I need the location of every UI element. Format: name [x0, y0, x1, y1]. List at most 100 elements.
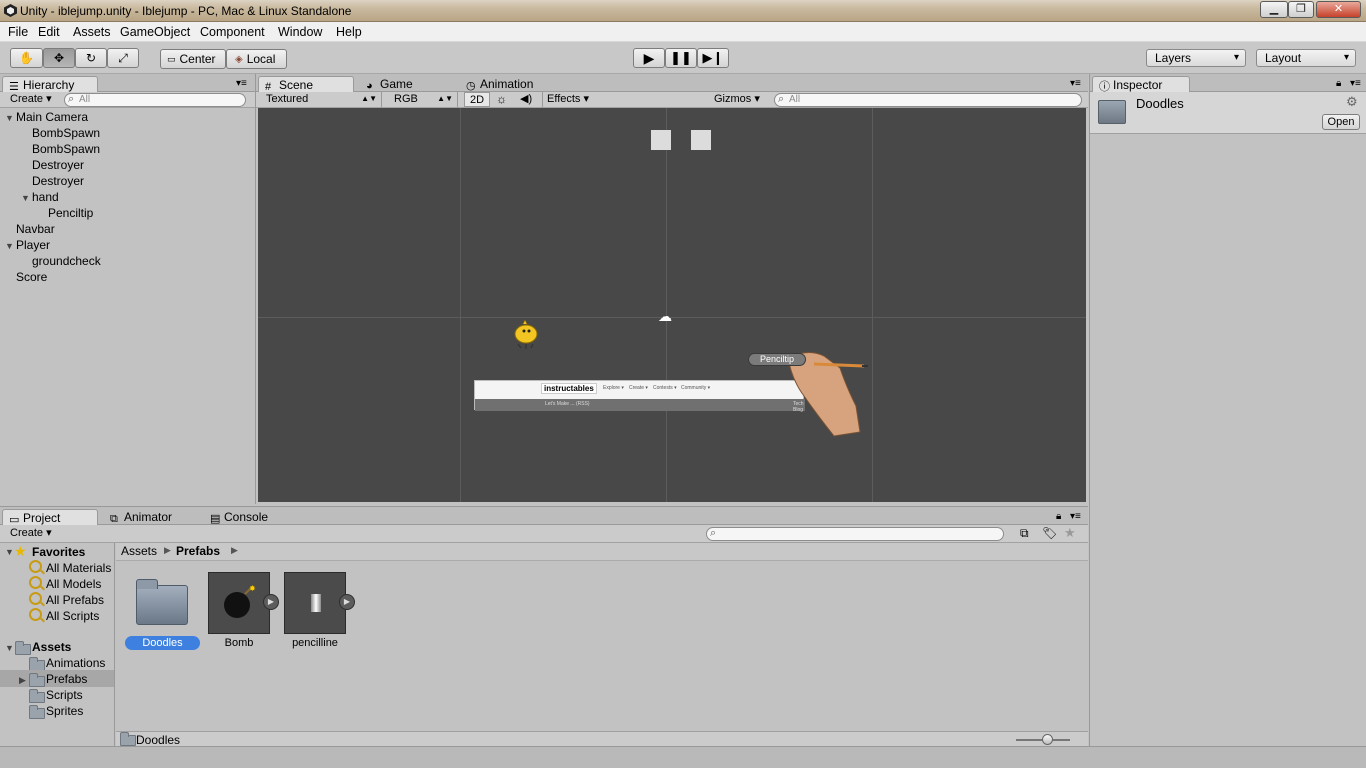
project-toolbar: Create ▾ ⧉ 🏷︎ ★	[0, 525, 1088, 543]
panel-menu-icon[interactable]: ▾≡	[1070, 78, 1081, 89]
audio-toggle-icon[interactable]: ◀)	[520, 92, 532, 105]
asset-item-bomb[interactable]: ✸	[208, 572, 270, 634]
create-label: Create	[10, 93, 44, 105]
favorites-header[interactable]: Favorites	[32, 545, 85, 559]
window-title: Unity - iblejump.unity - Iblejump - PC, …	[20, 4, 352, 18]
folder-prefabs[interactable]: Prefabs	[46, 672, 87, 686]
expand-triangle-icon[interactable]: ▼	[5, 547, 14, 557]
lighting-toggle-icon[interactable]: ☼	[496, 92, 507, 106]
icon-size-slider-thumb[interactable]	[1042, 734, 1053, 745]
expand-prefab-button[interactable]: ▶	[263, 594, 279, 610]
project-search-input[interactable]	[706, 527, 1004, 541]
scene-toolbar: Textured ▲▼ RGB ▲▼ 2D ☼ ◀) Effects ▾ Gizmo…	[256, 92, 1088, 108]
hierarchy-item-navbar[interactable]: Navbar	[16, 222, 55, 236]
gear-icon[interactable]: ⚙	[1346, 94, 1358, 110]
bombspawn-sprite[interactable]	[691, 130, 711, 150]
panel-menu-icon[interactable]: ▾≡	[236, 78, 247, 89]
2d-mode-toggle[interactable]: 2D	[464, 92, 490, 107]
panel-menu-icon[interactable]: ▾≡	[1070, 511, 1081, 522]
breadcrumb-assets[interactable]: Assets	[121, 544, 157, 558]
hierarchy-item-score[interactable]: Score	[16, 270, 47, 284]
camera-gizmo-icon[interactable]: ☁	[658, 308, 672, 325]
expand-triangle-icon[interactable]: ▼	[5, 643, 14, 653]
step-button[interactable]: ▶❙	[697, 48, 729, 68]
rotate-tool-button[interactable]: ↻	[75, 48, 107, 68]
collapse-triangle-icon[interactable]: ▶	[19, 675, 26, 686]
gizmos-dropdown[interactable]: Gizmos ▾	[710, 92, 764, 107]
hierarchy-item-groundcheck[interactable]: groundcheck	[32, 254, 101, 268]
layers-dropdown[interactable]: Layers	[1146, 49, 1246, 67]
hierarchy-item-penciltip[interactable]: Penciltip	[48, 206, 93, 220]
lock-icon[interactable]: 🔒︎	[1056, 511, 1061, 522]
asset-label-doodles[interactable]: Doodles	[125, 636, 200, 650]
lock-icon[interactable]: 🔒︎	[1336, 78, 1341, 89]
render-mode-dropdown[interactable]: Textured ▲▼	[262, 92, 382, 107]
project-panel: ▭ Project ⧉ Animator ▤ Console 🔒︎ ▾≡ Create…	[0, 506, 1088, 747]
play-button[interactable]: ▶	[633, 48, 665, 68]
favorite-all-scripts[interactable]: All Scripts	[46, 609, 99, 623]
favorite-all-models[interactable]: All Models	[46, 577, 101, 591]
player-doodle-sprite[interactable]	[512, 320, 540, 350]
hierarchy-item-bombspawn[interactable]: BombSpawn	[32, 126, 100, 140]
folder-sprites[interactable]: Sprites	[46, 704, 83, 718]
menu-edit[interactable]: Edit	[38, 25, 60, 39]
folder-tab-shape	[136, 579, 158, 589]
menu-file[interactable]: File	[8, 25, 28, 39]
effects-dropdown[interactable]: Effects ▾	[542, 92, 596, 107]
panel-menu-icon[interactable]: ▾≡	[1350, 78, 1361, 89]
scale-tool-button[interactable]: ⤢	[107, 48, 139, 68]
favorite-all-prefabs[interactable]: All Prefabs	[46, 593, 104, 607]
expand-triangle-icon[interactable]: ▼	[21, 193, 30, 203]
expand-prefab-button[interactable]: ▶	[339, 594, 355, 610]
space-local-toggle[interactable]: ◈ Local	[226, 49, 287, 69]
hierarchy-item-main-camera[interactable]: Main Camera	[16, 110, 88, 124]
asset-item-doodles[interactable]	[134, 575, 192, 633]
menu-assets[interactable]: Assets	[73, 25, 111, 39]
hierarchy-item-hand[interactable]: hand	[32, 190, 59, 204]
hand-tool-button[interactable]: ✋	[10, 48, 43, 68]
breadcrumb-prefabs[interactable]: Prefabs	[176, 544, 220, 558]
folder-animations[interactable]: Animations	[46, 656, 105, 670]
expand-triangle-icon[interactable]: ▼	[5, 241, 14, 251]
close-button[interactable]: ✕	[1316, 1, 1361, 18]
rotate-icon: ↻	[85, 51, 97, 65]
expand-triangle-icon[interactable]: ▼	[5, 113, 14, 123]
bombspawn-sprite[interactable]	[651, 130, 671, 150]
filter-by-type-icon[interactable]: ⧉	[1020, 526, 1029, 541]
menu-window[interactable]: Window	[278, 25, 322, 39]
grid-line	[872, 108, 873, 502]
tab-inspector-label: Inspector	[1113, 78, 1163, 92]
minimize-button[interactable]: ▁	[1260, 1, 1288, 18]
favorite-star-icon[interactable]: ★	[1064, 525, 1076, 541]
maximize-button[interactable]: ❐	[1288, 1, 1314, 18]
hierarchy-item-bombspawn[interactable]: BombSpawn	[32, 142, 100, 156]
menu-component[interactable]: Component	[200, 25, 265, 39]
hierarchy-item-destroyer[interactable]: Destroyer	[32, 174, 84, 188]
layout-dropdown[interactable]: Layout	[1256, 49, 1356, 67]
color-mode-dropdown[interactable]: RGB ▲▼	[390, 92, 458, 107]
asset-label-bomb[interactable]: Bomb	[206, 637, 272, 649]
assets-header[interactable]: Assets	[32, 640, 71, 654]
open-button[interactable]: Open	[1322, 114, 1360, 130]
asset-item-pencilline[interactable]	[284, 572, 346, 634]
menu-gameobject[interactable]: GameObject	[120, 25, 190, 39]
tab-project-label: Project	[23, 511, 61, 525]
menu-help[interactable]: Help	[336, 25, 362, 39]
project-create-dropdown[interactable]: Create ▾	[4, 526, 56, 541]
hierarchy-item-destroyer[interactable]: Destroyer	[32, 158, 84, 172]
navbar-sprite[interactable]: instructables Explore ▾ Create ▾ Contest…	[474, 380, 805, 413]
penciltip-label[interactable]: Penciltip	[748, 353, 806, 366]
filter-by-label-icon[interactable]: 🏷︎	[1042, 526, 1057, 540]
pause-button[interactable]: ❚❚	[665, 48, 697, 68]
pivot-center-toggle[interactable]: ▭ Center	[160, 49, 226, 69]
folder-scripts[interactable]: Scripts	[46, 688, 83, 702]
asset-label-pencilline[interactable]: pencilline	[282, 637, 348, 649]
scene-search-input[interactable]: All	[774, 93, 1082, 107]
hierarchy-item-player[interactable]: Player	[16, 238, 50, 252]
scene-view[interactable]: ☁ instructables Explore ▾ Create ▾ Conte…	[258, 108, 1086, 502]
navbar-menu-explore: Explore ▾	[603, 385, 624, 391]
hierarchy-search-input[interactable]: All	[64, 93, 246, 107]
hierarchy-create-dropdown[interactable]: Create ▾	[4, 92, 56, 107]
move-tool-button[interactable]: ✥	[43, 48, 75, 68]
favorite-all-materials[interactable]: All Materials	[46, 561, 111, 575]
